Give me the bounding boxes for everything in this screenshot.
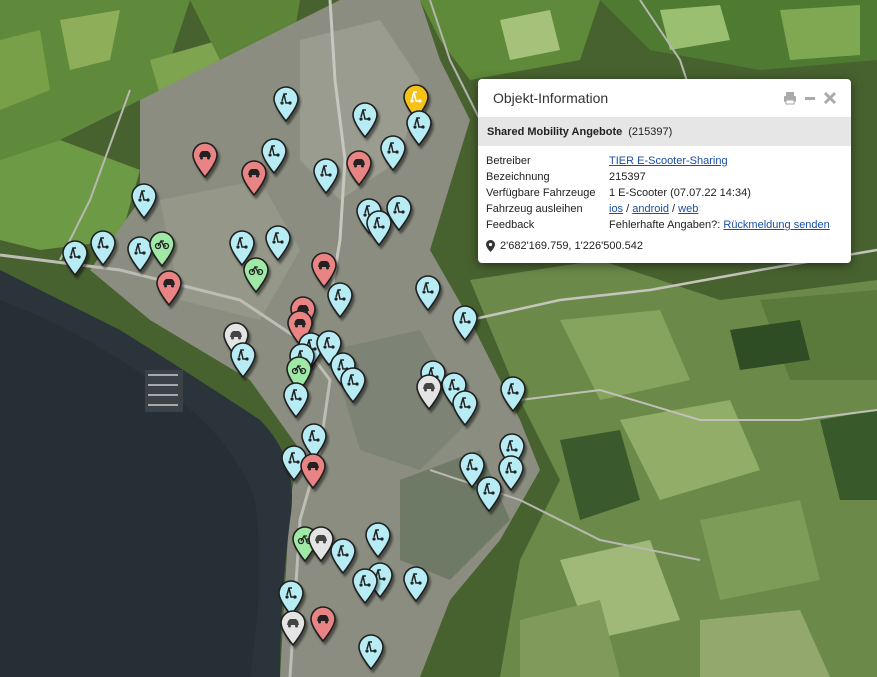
escooter-marker[interactable]	[358, 634, 384, 670]
car-marker[interactable]	[346, 150, 372, 186]
escooter-icon	[62, 240, 88, 276]
bike-icon	[243, 257, 269, 293]
row-feedback: Feedback Fehlerhafte Angaben?: Rückmeldu…	[486, 217, 842, 233]
car-marker[interactable]	[192, 142, 218, 178]
escooter-marker[interactable]	[415, 275, 441, 311]
coordinates-row: 2'682'169.759, 1'226'500.542	[486, 240, 842, 252]
row-rent: Fahrzeug ausleihen ios / android / web	[486, 201, 842, 217]
escooter-icon	[403, 566, 429, 602]
escooter-marker[interactable]	[273, 86, 299, 122]
escooter-marker[interactable]	[62, 240, 88, 276]
android-link[interactable]: android	[632, 203, 669, 215]
category-name: Shared Mobility Angebote	[487, 125, 623, 138]
bike-icon	[149, 231, 175, 267]
rent-label: Fahrzeug ausleihen	[486, 203, 583, 215]
popup-title: Objekt-Information	[493, 90, 609, 106]
minimize-icon[interactable]	[803, 91, 817, 105]
coordinates-text: 2'682'169.759, 1'226'500.542	[500, 240, 643, 252]
escooter-icon	[265, 225, 291, 261]
escooter-icon	[131, 183, 157, 219]
print-icon[interactable]	[783, 91, 797, 105]
link-separator: /	[626, 203, 630, 215]
escooter-marker[interactable]	[340, 367, 366, 403]
car-marker[interactable]	[156, 270, 182, 306]
link-separator: /	[672, 203, 676, 215]
escooter-marker[interactable]	[313, 158, 339, 194]
escooter-icon	[476, 476, 502, 512]
escooter-icon	[452, 305, 478, 341]
feedback-link[interactable]: Rückmeldung senden	[723, 219, 829, 231]
vehicles-label: Verfügbare Fahrzeuge	[486, 187, 596, 199]
car-icon	[346, 150, 372, 186]
close-icon[interactable]	[823, 91, 837, 105]
escooter-marker[interactable]	[352, 102, 378, 138]
escooter-marker[interactable]	[403, 566, 429, 602]
escooter-icon	[500, 376, 526, 412]
escooter-marker[interactable]	[131, 183, 157, 219]
other-icon	[416, 374, 442, 410]
escooter-icon	[415, 275, 441, 311]
escooter-marker[interactable]	[327, 282, 353, 318]
escooter-marker[interactable]	[406, 110, 432, 146]
designation-label: Bezeichnung	[486, 171, 550, 183]
escooter-icon	[366, 210, 392, 246]
escooter-marker[interactable]	[366, 210, 392, 246]
bike-marker[interactable]	[149, 231, 175, 267]
popup-subheader: Shared Mobility Angebote (215397)	[478, 117, 851, 146]
escooter-icon	[365, 522, 391, 558]
escooter-marker[interactable]	[90, 230, 116, 266]
escooter-icon	[313, 158, 339, 194]
car-marker[interactable]	[241, 160, 267, 196]
escooter-icon	[352, 568, 378, 604]
escooter-icon	[358, 634, 384, 670]
feedback-text: Fehlerhafte Angaben?:	[609, 219, 721, 231]
escooter-icon	[406, 110, 432, 146]
popup-header: Objekt-Information	[478, 79, 851, 117]
escooter-icon	[380, 135, 406, 171]
row-designation: Bezeichnung 215397	[486, 169, 842, 185]
other-marker[interactable]	[416, 374, 442, 410]
escooter-marker[interactable]	[476, 476, 502, 512]
web-link[interactable]: web	[678, 203, 698, 215]
escooter-marker[interactable]	[352, 568, 378, 604]
other-marker[interactable]	[280, 610, 306, 646]
designation-value: 215397	[609, 171, 646, 183]
vehicles-value: 1 E-Scooter (07.07.22 14:34)	[609, 187, 751, 199]
escooter-marker[interactable]	[452, 305, 478, 341]
object-info-popup: Objekt-Information Shared Mobility Angeb…	[478, 79, 851, 263]
popup-body: Betreiber TIER E-Scooter-Sharing Bezeich…	[478, 146, 851, 252]
escooter-icon	[340, 367, 366, 403]
other-icon	[280, 610, 306, 646]
escooter-icon	[230, 342, 256, 378]
car-icon	[156, 270, 182, 306]
bike-marker[interactable]	[243, 257, 269, 293]
car-marker[interactable]	[300, 453, 326, 489]
object-id: (215397)	[628, 125, 673, 138]
escooter-marker[interactable]	[265, 225, 291, 261]
operator-link[interactable]: TIER E-Scooter-Sharing	[609, 155, 728, 167]
escooter-icon	[273, 86, 299, 122]
escooter-marker[interactable]	[365, 522, 391, 558]
ios-link[interactable]: ios	[609, 203, 623, 215]
escooter-marker[interactable]	[230, 342, 256, 378]
operator-label: Betreiber	[486, 155, 531, 167]
car-marker[interactable]	[310, 606, 336, 642]
row-operator: Betreiber TIER E-Scooter-Sharing	[486, 153, 842, 169]
car-icon	[300, 453, 326, 489]
escooter-icon	[283, 382, 309, 418]
row-vehicles: Verfügbare Fahrzeuge 1 E-Scooter (07.07.…	[486, 185, 842, 201]
car-icon	[192, 142, 218, 178]
car-icon	[310, 606, 336, 642]
escooter-marker[interactable]	[283, 382, 309, 418]
escooter-marker[interactable]	[452, 390, 478, 426]
escooter-marker[interactable]	[500, 376, 526, 412]
car-icon	[241, 160, 267, 196]
location-pin-icon	[486, 240, 495, 252]
feedback-label: Feedback	[486, 219, 535, 231]
escooter-icon	[327, 282, 353, 318]
escooter-icon	[90, 230, 116, 266]
escooter-icon	[352, 102, 378, 138]
escooter-icon	[452, 390, 478, 426]
escooter-marker[interactable]	[380, 135, 406, 171]
